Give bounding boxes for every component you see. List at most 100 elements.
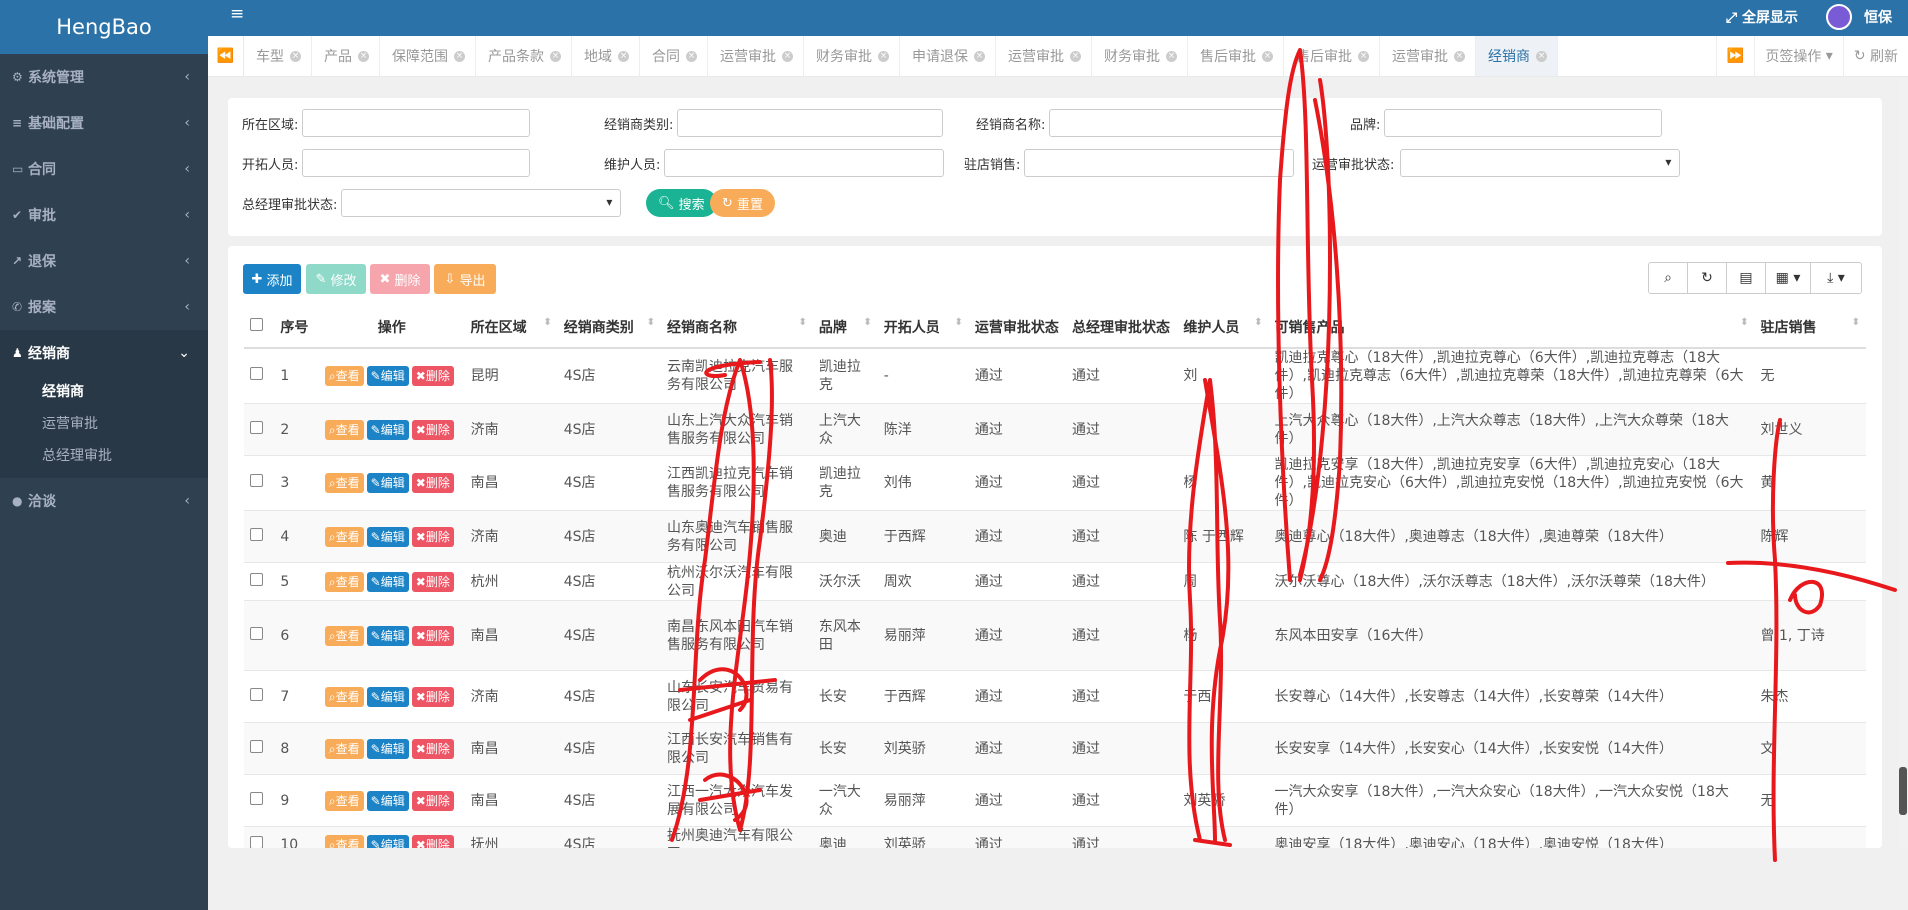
close-icon[interactable]: × <box>550 50 561 62</box>
close-icon[interactable]: × <box>974 50 985 62</box>
tab-item[interactable]: 车型 × <box>244 36 312 76</box>
tab-item[interactable]: 运营审批 × <box>996 36 1092 76</box>
brand-input[interactable] <box>1384 109 1663 137</box>
sidebar-item-6[interactable]: ♟ 经销商 ⌄ <box>0 330 208 376</box>
table-row[interactable]: 8 ⌕查看 ✎编辑 ✖删除 南昌 4S店 江西长安汽车销售有限公司 长安 刘英骄 通过 通过 长安安享… <box>244 722 1866 775</box>
edit-row-button[interactable]: ✎编辑 <box>366 473 409 493</box>
delete-row-button[interactable]: ✖删除 <box>411 419 454 440</box>
dealer-type-input[interactable] <box>677 109 944 137</box>
row-checkbox[interactable] <box>250 836 263 848</box>
view-button[interactable]: ⌕查看 <box>324 526 364 547</box>
scrollbar-thumb[interactable] <box>1899 767 1907 815</box>
table-row[interactable]: 7 ⌕查看 ✎编辑 ✖删除 济南 4S店 山东长安汽车贸易有限公司 长安 于西辉 通过 通过 于西 长安… <box>244 670 1866 723</box>
developer-input[interactable] <box>302 149 531 177</box>
column-header[interactable]: 驻店销售 ⬍ <box>1754 306 1866 349</box>
tab-item[interactable]: 财务审批 × <box>1092 36 1188 76</box>
toggle-view-icon[interactable]: ▤ <box>1726 262 1766 294</box>
delete-row-button[interactable]: ✖删除 <box>411 625 454 646</box>
view-button[interactable]: ⌕查看 <box>324 686 364 707</box>
export-dropdown-icon[interactable]: ⤓ ▾ <box>1810 262 1862 294</box>
table-row[interactable]: 4 ⌕查看 ✎编辑 ✖删除 济南 4S店 山东奥迪汽车销售服务有限公司 奥迪 于西辉 通过 通过陈 … <box>244 510 1866 563</box>
table-row[interactable]: 10⌕查看✎编辑✖删除抚州4S店抚州奥迪汽车有限公司奥迪刘英骄通过通过奥迪安享（… <box>244 826 1866 848</box>
tab-scroll-left-icon[interactable]: ⏪ <box>208 36 244 76</box>
tab-item[interactable]: 财务审批 × <box>804 36 900 76</box>
tab-item[interactable]: 运营审批 × <box>1380 36 1476 76</box>
sidebar-item-2[interactable]: ▭ 合同 ‹ <box>0 146 208 192</box>
table-row[interactable]: 3 ⌕查看 ✎编辑 ✖删除 南昌 4S店 江西凯迪拉克汽车销售服务有限公司 凯迪拉克 刘伟 通过通… <box>244 455 1866 511</box>
sidebar-item-3[interactable]: ✔ 审批 ‹ <box>0 192 208 238</box>
close-icon[interactable]: × <box>1536 50 1547 62</box>
row-checkbox[interactable] <box>250 474 263 487</box>
edit-row-button[interactable]: ✎编辑 <box>366 571 409 592</box>
column-header[interactable]: 品牌 ⬍ <box>812 306 878 349</box>
close-icon[interactable]: × <box>1454 50 1465 62</box>
table-row[interactable]: 5 ⌕查看 ✎编辑 ✖删除 杭州 4S店 杭州沃尔沃汽车有限公司 沃尔沃 周欢 通过 通过周沃尔沃尊… <box>244 562 1866 601</box>
menu-toggle-icon[interactable]: ≡ <box>230 4 244 24</box>
user-menu[interactable]: 恒保 <box>1826 4 1892 30</box>
tab-item[interactable]: 售后审批 × <box>1284 36 1380 76</box>
tab-scroll-right-icon[interactable]: ⏩ <box>1715 36 1754 76</box>
delete-row-button[interactable]: ✖删除 <box>411 686 454 707</box>
close-icon[interactable]: × <box>782 50 793 62</box>
tab-item[interactable]: 运营审批 × <box>708 36 804 76</box>
delete-row-button[interactable]: ✖删除 <box>411 790 454 811</box>
sidebar-item-4[interactable]: ↗ 退保 ‹ <box>0 238 208 284</box>
row-checkbox[interactable] <box>250 626 263 640</box>
row-checkbox[interactable] <box>250 572 263 586</box>
view-button[interactable]: ⌕查看 <box>324 419 364 440</box>
row-checkbox[interactable] <box>250 739 263 753</box>
edit-row-button[interactable]: ✎编辑 <box>366 625 409 646</box>
ops-status-select[interactable] <box>1400 149 1681 177</box>
select-all-checkbox[interactable] <box>250 318 263 331</box>
close-icon[interactable]: × <box>1358 50 1369 62</box>
column-header[interactable]: 维护人员 ⬍ <box>1177 306 1269 349</box>
table-row[interactable]: 2 ⌕查看 ✎编辑 ✖删除 济南 4S店 山东上汽大众汽车销售服务有限公司 上汽大众 陈洋 通过通… <box>244 403 1866 456</box>
view-button[interactable]: ⌕查看 <box>324 835 364 848</box>
sidebar-item-1[interactable]: ≡ 基础配置 ‹ <box>0 100 208 146</box>
add-button[interactable]: ✚ 添加 <box>243 264 301 294</box>
close-icon[interactable]: × <box>454 50 465 62</box>
gm-status-select[interactable] <box>341 189 622 217</box>
submenu-item-1[interactable]: 运营审批 <box>0 408 208 440</box>
delete-row-button[interactable]: ✖删除 <box>411 835 454 848</box>
edit-row-button[interactable]: ✎编辑 <box>366 686 409 707</box>
fullscreen-button[interactable]: ⤢ 全屏显示 <box>1726 7 1798 27</box>
edit-row-button[interactable]: ✎编辑 <box>366 366 409 386</box>
table-row[interactable]: 9 ⌕查看 ✎编辑 ✖删除 南昌 4S店 江西一汽大众汽车发展有限公司 一汽大众 易丽萍 通过 通过… <box>244 774 1866 827</box>
view-button[interactable]: ⌕查看 <box>324 571 364 592</box>
row-checkbox[interactable] <box>250 527 263 541</box>
tab-item[interactable]: 地域 × <box>572 36 640 76</box>
close-icon[interactable]: × <box>1070 50 1081 62</box>
edit-row-button[interactable]: ✎编辑 <box>366 835 409 848</box>
dealer-name-input[interactable] <box>1049 109 1286 137</box>
close-icon[interactable]: × <box>686 50 697 62</box>
view-button[interactable]: ⌕查看 <box>324 625 364 646</box>
table-row[interactable]: 1 ⌕查看 ✎编辑 ✖删除 昆明 4S店 云南凯迪拉克汽车服务有限公司 凯迪拉克 - 通过 通过刘凯… <box>244 347 1866 404</box>
edit-row-button[interactable]: ✎编辑 <box>366 526 409 547</box>
tab-item[interactable]: 产品条款 × <box>476 36 572 76</box>
brand-logo[interactable]: HengBao <box>0 0 208 54</box>
columns-icon[interactable]: ▦ ▾ <box>1765 262 1811 294</box>
search-button[interactable]: 🔍︎ 搜索 <box>646 189 717 217</box>
column-header[interactable]: 所在区域 ⬍ <box>464 306 558 349</box>
region-input[interactable] <box>302 109 531 137</box>
row-checkbox[interactable] <box>250 367 263 380</box>
close-icon[interactable]: × <box>618 50 629 62</box>
tab-item[interactable]: 保障范围 × <box>380 36 476 76</box>
row-checkbox[interactable] <box>250 420 263 434</box>
delete-row-button[interactable]: ✖删除 <box>411 526 454 547</box>
delete-row-button[interactable]: ✖删除 <box>411 738 454 759</box>
submenu-item-2[interactable]: 总经理审批 <box>0 440 208 472</box>
close-icon[interactable]: × <box>358 50 369 62</box>
sidebar-item-5[interactable]: ✆ 报案 ‹ <box>0 284 208 330</box>
store-sales-input[interactable] <box>1024 149 1295 177</box>
delete-row-button[interactable]: ✖删除 <box>411 366 454 386</box>
submenu-item-0[interactable]: 经销商 <box>0 376 208 408</box>
maintainer-input[interactable] <box>664 149 945 177</box>
export-button[interactable]: ⇩ 导出 <box>434 264 496 294</box>
table-search-icon[interactable]: ⌕ <box>1648 262 1688 294</box>
view-button[interactable]: ⌕查看 <box>324 790 364 811</box>
column-header[interactable]: 可销售产品 ⬍ <box>1268 306 1755 349</box>
refresh-button[interactable]: ↻ 刷新 <box>1842 36 1908 76</box>
sidebar-item-7[interactable]: ● 洽谈 ‹ <box>0 478 208 524</box>
